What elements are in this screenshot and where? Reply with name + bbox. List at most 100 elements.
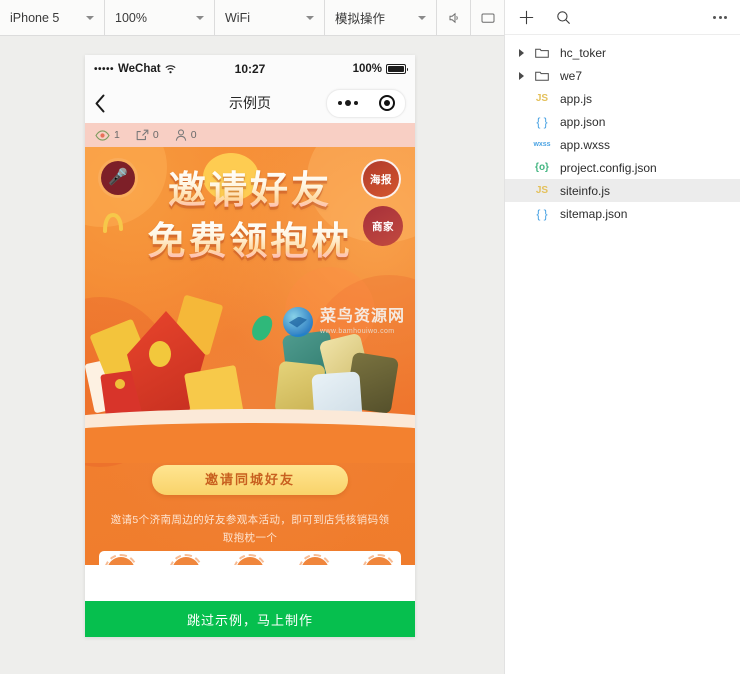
json-file-icon: { } (536, 114, 548, 129)
wechat-status-bar: ••••• WeChat 10:27 100% (85, 55, 415, 83)
plus-icon: + (116, 563, 126, 566)
search-files-button[interactable] (556, 10, 571, 25)
watermark-title: 菜鸟资源网 (320, 308, 406, 325)
js-file-icon: JS (535, 92, 549, 104)
wave-decor (85, 423, 415, 463)
eye-icon (95, 129, 110, 141)
device-select-value: iPhone 5 (10, 10, 60, 25)
file-tree-row-app-json[interactable]: { } app.json (505, 110, 740, 133)
network-select[interactable]: WiFi (215, 0, 325, 35)
simulator-toolbar: iPhone 5 100% WiFi 模拟操作 (0, 0, 504, 36)
friend-slot[interactable]: + (362, 554, 396, 566)
speaker-icon (449, 12, 458, 23)
sound-toggle-button[interactable] (437, 0, 471, 35)
file-tree: hc_toker we7 JS app.js { } app.json wxss… (505, 35, 740, 225)
person-icon (175, 129, 186, 141)
file-tree-row-folder-we7[interactable]: we7 (505, 64, 740, 87)
stat-views: 1 (95, 129, 120, 141)
plus-icon: + (245, 563, 255, 566)
search-icon (557, 10, 570, 24)
poster-cta-wrap: 邀请同城好友 (85, 465, 415, 495)
file-tree-row-sitemap-json[interactable]: { } sitemap.json (505, 202, 740, 225)
friend-slots-card: + + + + + (99, 551, 401, 565)
stat-shares: 0 (136, 129, 159, 141)
status-bar-left: ••••• WeChat (94, 63, 235, 75)
json-file-icon: { } (536, 206, 548, 221)
watermark: 菜鸟资源网 www.bamhouiwo.com (283, 307, 405, 337)
wxss-file-icon: wxss (533, 141, 551, 148)
wechat-capsule (326, 88, 406, 118)
zoom-select-value: 100% (115, 10, 147, 25)
status-bar-right: 100% (265, 63, 409, 75)
chevron-down-icon (306, 15, 314, 20)
stat-views-value: 1 (114, 129, 120, 141)
plus-icon: + (310, 563, 320, 566)
add-file-button[interactable] (519, 10, 534, 25)
file-tree-row-app-js[interactable]: JS app.js (505, 87, 740, 110)
file-name: app.wxss (560, 137, 611, 152)
file-name: hc_toker (560, 45, 607, 60)
capsule-target-icon[interactable] (378, 95, 395, 111)
poster-description: 邀请5个济南周边的好友参观本活动，即可到店凭核销码领取抱枕一个 (110, 514, 390, 545)
phone-frame: ••••• WeChat 10:27 100% 示例页 1 0 0 邀请好友 免… (85, 55, 415, 637)
friend-slot[interactable]: + (233, 554, 267, 566)
stat-shares-value: 0 (152, 129, 159, 141)
file-name: sitemap.json (560, 206, 628, 221)
chevron-down-icon (196, 15, 204, 20)
folder-icon (531, 47, 553, 58)
config-file-icon: {o} (535, 161, 549, 173)
chevron-down-icon (418, 15, 426, 20)
plus-icon: + (181, 563, 191, 566)
share-icon (136, 129, 149, 141)
file-name: siteinfo.js (560, 183, 611, 198)
poster-headline: 邀请好友 免费领抱枕 (85, 169, 415, 262)
headline-line-2: 免费领抱枕 (97, 219, 403, 263)
status-bar-time: 10:27 (234, 62, 266, 76)
stat-users-value: 0 (190, 129, 197, 141)
poster-area: 🎤 海报 商家 邀请好友 免费领抱枕 (85, 147, 415, 565)
headline-line-1: 邀请好友 (97, 169, 403, 212)
skip-example-button[interactable]: 跳过示例，马上制作 (85, 601, 415, 637)
chevron-down-icon (86, 15, 94, 20)
back-button[interactable] (94, 94, 124, 113)
dot-shape (149, 341, 171, 367)
file-tree-row-app-wxss[interactable]: wxss app.wxss (505, 133, 740, 156)
chevron-right-icon[interactable] (519, 71, 524, 80)
friend-slot[interactable]: + (168, 554, 203, 566)
device-select[interactable]: iPhone 5 (0, 0, 105, 35)
stat-users: 0 (175, 129, 197, 141)
friend-slot[interactable]: + (104, 554, 138, 566)
plus-icon (519, 10, 534, 24)
wifi-icon (165, 64, 176, 73)
zoom-select[interactable]: 100% (105, 0, 215, 35)
file-name: app.json (560, 114, 606, 129)
display-toggle-button[interactable] (471, 0, 504, 35)
more-options-button[interactable] (713, 15, 727, 19)
js-file-icon: JS (535, 184, 549, 196)
watermark-logo-icon (283, 307, 313, 337)
leaf-shape (249, 312, 275, 344)
more-dots-icon[interactable] (337, 100, 358, 106)
folder-icon (531, 70, 553, 81)
signal-dots-icon: ••••• (94, 63, 115, 75)
file-tree-row-siteinfo-js[interactable]: JS siteinfo.js (505, 179, 740, 202)
dot-shape (115, 379, 125, 389)
file-explorer-toolbar (505, 0, 740, 35)
file-tree-row-folder-hc-toker[interactable]: hc_toker (505, 41, 740, 64)
file-name: project.config.json (560, 160, 657, 175)
battery-percent-label: 100% (352, 63, 383, 75)
invite-friends-button[interactable]: 邀请同城好友 (152, 465, 348, 495)
battery-icon (386, 64, 409, 74)
watermark-text: 菜鸟资源网 www.bamhouiwo.com (320, 308, 406, 336)
carrier-label: WeChat (118, 63, 161, 75)
network-select-value: WiFi (225, 10, 250, 25)
more-dots-icon (713, 15, 716, 19)
friend-slot[interactable]: + (297, 554, 332, 566)
watermark-url: www.bamhouiwo.com (320, 328, 395, 335)
wechat-nav-bar: 示例页 (85, 83, 415, 123)
chevron-right-icon[interactable] (519, 48, 524, 57)
display-icon (481, 13, 494, 23)
mode-select[interactable]: 模拟操作 (325, 0, 437, 35)
plus-icon: + (374, 563, 384, 566)
file-tree-row-project-config-json[interactable]: {o} project.config.json (505, 156, 740, 179)
